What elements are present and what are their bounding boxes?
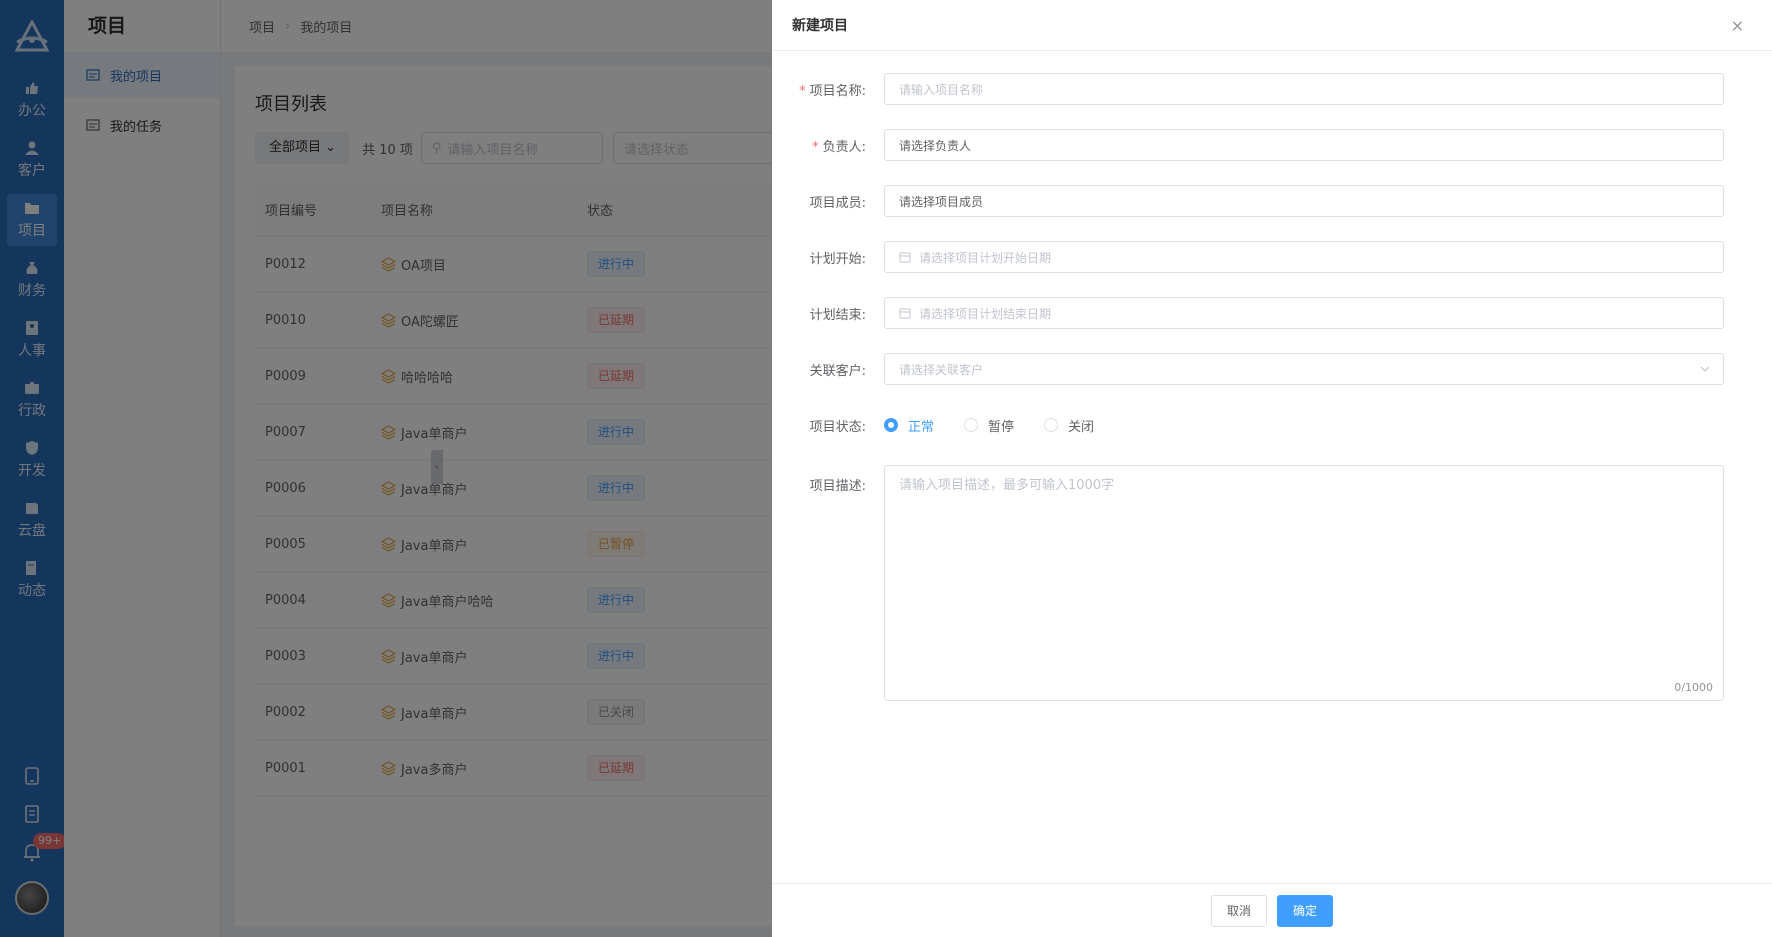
- form-row-end: 计划结束: 请选择项目计划结束日期: [772, 297, 1772, 329]
- form-label: 计划结束:: [809, 307, 866, 323]
- form-row-status: 项目状态: 正常 暂停 关闭: [772, 409, 1772, 441]
- select-value: 请选择项目成员: [899, 194, 984, 209]
- form-label: * 负责人:: [812, 139, 866, 155]
- placeholder: 请输入项目描述，最多可输入1000字: [899, 478, 1115, 493]
- cancel-button[interactable]: 取消: [1210, 894, 1267, 927]
- status-radio-group: 正常 暂停 关闭: [884, 416, 1124, 435]
- form-row-customer: 关联客户: 请选择关联客户: [772, 353, 1772, 385]
- project-form: * 项目名称: 请输入项目名称 * 负责人: 请选择负责人 项目成员: 请选择项目成…: [772, 51, 1772, 701]
- radio-dot: [884, 418, 898, 432]
- confirm-button[interactable]: 确定: [1277, 894, 1334, 927]
- form-row-name: * 项目名称: 请输入项目名称: [772, 73, 1772, 105]
- form-row-start: 计划开始: 请选择项目计划开始日期: [772, 241, 1772, 273]
- close-icon[interactable]: ×: [1731, 16, 1744, 35]
- form-row-owner: * 负责人: 请选择负责人: [772, 129, 1772, 161]
- chevron-down-icon: [1700, 366, 1710, 372]
- end-date-picker[interactable]: 请选择项目计划结束日期: [884, 297, 1724, 329]
- status-radio-paused[interactable]: 暂停: [964, 416, 1014, 435]
- placeholder: 请选择项目计划结束日期: [919, 306, 1052, 321]
- status-radio-normal[interactable]: 正常: [884, 416, 934, 435]
- form-row-members: 项目成员: 请选择项目成员: [772, 185, 1772, 217]
- drawer-footer: 取消 确定: [772, 883, 1772, 937]
- char-counter: 0/1000: [1674, 681, 1713, 694]
- owner-select[interactable]: 请选择负责人: [884, 129, 1724, 161]
- start-date-picker[interactable]: 请选择项目计划开始日期: [884, 241, 1724, 273]
- members-select[interactable]: 请选择项目成员: [884, 185, 1724, 217]
- drawer-title: 新建项目: [792, 18, 848, 34]
- project-name-input[interactable]: 请输入项目名称: [884, 73, 1724, 105]
- calendar-icon: [899, 252, 911, 263]
- placeholder: 请选择项目计划开始日期: [919, 250, 1052, 265]
- description-textarea[interactable]: 请输入项目描述，最多可输入1000字 0/1000: [884, 465, 1724, 701]
- form-label: 项目描述:: [809, 479, 866, 494]
- form-row-description: 项目描述: 请输入项目描述，最多可输入1000字 0/1000: [772, 465, 1772, 701]
- new-project-drawer: 新建项目 × * 项目名称: 请输入项目名称 * 负责人: 请选择负责人 项目成员:…: [772, 0, 1772, 937]
- form-label: 项目状态:: [809, 419, 866, 435]
- form-label: 计划开始:: [809, 251, 866, 267]
- status-radio-closed[interactable]: 关闭: [1044, 416, 1094, 435]
- form-label: * 项目名称:: [799, 83, 866, 99]
- placeholder: 请选择关联客户: [899, 362, 984, 377]
- form-label: 关联客户:: [809, 363, 866, 379]
- radio-dot: [964, 418, 979, 432]
- radio-dot: [1044, 418, 1059, 432]
- form-label: 项目成员:: [809, 195, 866, 211]
- calendar-icon: [899, 308, 911, 319]
- placeholder: 请输入项目名称: [899, 82, 984, 97]
- customer-select[interactable]: 请选择关联客户: [884, 353, 1724, 385]
- drawer-header: 新建项目 ×: [772, 0, 1772, 51]
- select-value: 请选择负责人: [899, 138, 972, 153]
